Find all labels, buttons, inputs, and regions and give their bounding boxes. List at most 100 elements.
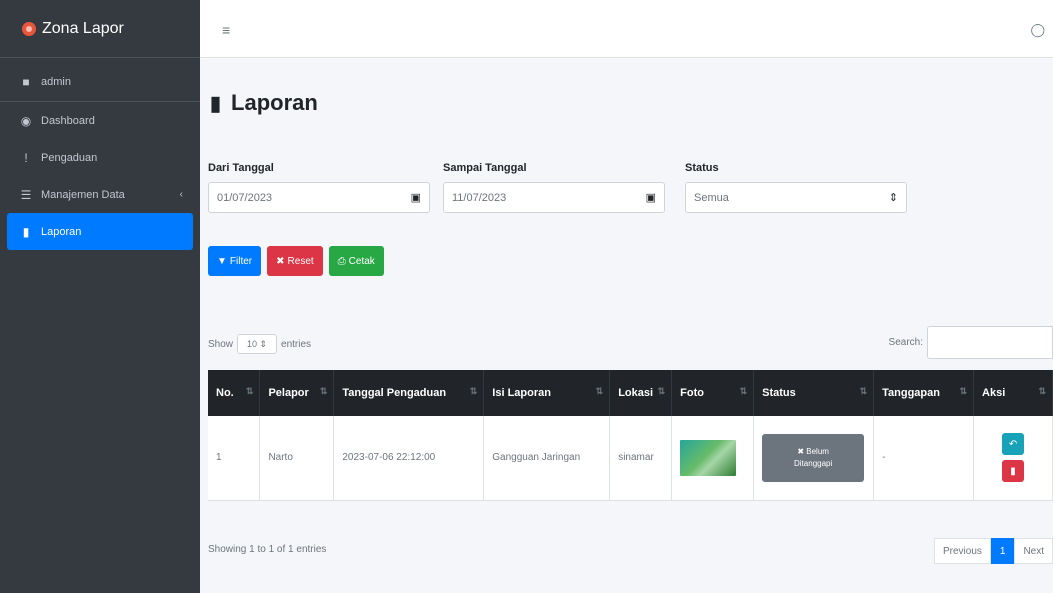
sort-icon: ⇅ xyxy=(469,386,478,396)
sort-icon: ⇅ xyxy=(245,386,254,396)
status-select-value: Semua xyxy=(694,191,729,204)
sidebar: Zona Lapor ■ admin ◉ Dashboard ! Pengadu… xyxy=(0,0,200,593)
table-header-row: No. ⇅ Pelapor ⇅ Tanggal Pengaduan ⇅ Isi Lap… xyxy=(208,370,1053,416)
column-header-aksi[interactable]: Aksi ⇅ xyxy=(973,370,1053,416)
sidebar-item-laporan[interactable]: ▮ Laporan xyxy=(7,213,193,250)
column-header-lokasi[interactable]: Lokasi ⇅ xyxy=(609,370,673,416)
cell-foto xyxy=(671,416,755,501)
sidebar-item-manajemen-data[interactable]: ☰ Manajemen Data ‹ xyxy=(7,176,193,213)
hamburger-menu-icon[interactable]: ≡ xyxy=(222,22,230,38)
search-input[interactable] xyxy=(927,326,1053,359)
select-arrows-icon: ⇕ xyxy=(888,192,898,204)
entries-select-value: 10 xyxy=(246,339,257,349)
pagination-page-1[interactable]: 1 xyxy=(990,538,1015,564)
cetak-button-label: Cetak xyxy=(348,255,375,267)
filter-icon: ▼ xyxy=(217,255,227,267)
sidebar-item-label: Manajemen Data xyxy=(41,188,125,201)
sidebar-item-label: Dashboard xyxy=(41,114,95,127)
reply-icon: ↶ xyxy=(1008,438,1018,450)
sort-icon: ⇅ xyxy=(595,386,604,396)
sidebar-user[interactable]: ■ admin xyxy=(0,62,200,102)
reset-button-label: Reset xyxy=(287,255,314,267)
user-account-icon[interactable]: ◯ xyxy=(1030,22,1045,38)
column-header-foto[interactable]: Foto ⇅ xyxy=(671,370,755,416)
close-icon: ✖ xyxy=(276,255,285,267)
trash-icon: ▮ xyxy=(1010,465,1016,477)
sampai-tanggal-label: Sampai Tanggal xyxy=(443,162,527,174)
cell-tanggapan: - xyxy=(873,416,975,501)
sidebar-item-pengaduan[interactable]: ! Pengaduan xyxy=(7,139,193,176)
cell-lokasi: sinamar xyxy=(609,416,673,501)
delete-button[interactable]: ▮ xyxy=(1002,460,1025,483)
sort-icon: ⇅ xyxy=(1038,386,1046,396)
search-label: Search: xyxy=(888,337,923,348)
dari-tanggal-label: Dari Tanggal xyxy=(208,162,274,174)
calendar-icon[interactable]: ▣ xyxy=(411,191,421,204)
file-icon: ▮ xyxy=(22,224,30,239)
brand[interactable]: Zona Lapor xyxy=(0,0,200,58)
brand-logo-icon xyxy=(22,21,36,36)
chevron-left-icon: ‹ xyxy=(179,189,183,200)
sidebar-user-name: admin xyxy=(41,75,71,88)
sidebar-item-label: Pengaduan xyxy=(41,151,98,164)
topbar: ≡ ◯ xyxy=(200,0,1053,58)
status-label: Status xyxy=(685,162,719,174)
status-line2: Ditanggapi xyxy=(794,458,833,468)
reset-button[interactable]: ✖ Reset xyxy=(267,246,323,276)
dashboard-icon: ◉ xyxy=(20,113,32,128)
list-icon: ☰ xyxy=(20,187,32,202)
cell-pelapor: Narto xyxy=(259,416,335,501)
sidebar-item-dashboard[interactable]: ◉ Dashboard xyxy=(7,102,193,139)
exclamation-icon: ! xyxy=(24,150,28,165)
filter-status: Status Semua ⇕ xyxy=(685,162,907,213)
page-title: ▮ Laporan xyxy=(210,90,318,116)
sidebar-item-label: Laporan xyxy=(41,225,82,238)
print-icon: ⎙ xyxy=(337,255,346,267)
column-header-tanggapan[interactable]: Tanggapan ⇅ xyxy=(873,370,975,416)
pagination-previous[interactable]: Previous xyxy=(933,538,991,564)
cell-tanggal: 2023-07-06 22:12:00 xyxy=(333,416,485,501)
status-line1: Belum xyxy=(806,446,829,456)
filter-button[interactable]: ▼ Filter xyxy=(208,246,262,276)
sidebar-nav: ■ admin ◉ Dashboard ! Pengaduan ☰ Manaje… xyxy=(0,58,200,250)
foto-thumbnail[interactable] xyxy=(680,439,737,476)
column-header-status[interactable]: Status ⇅ xyxy=(753,370,875,416)
filter-sampai-tanggal: Sampai Tanggal 11/07/2023 ▣ xyxy=(443,162,665,213)
file-icon: ▮ xyxy=(210,92,222,115)
sampai-tanggal-value: 11/07/2023 xyxy=(452,191,507,204)
aksi-buttons: ↶ ▮ xyxy=(982,433,1044,483)
cell-aksi: ↶ ▮ xyxy=(973,416,1053,501)
table-row: 1 Narto 2023-07-06 22:12:00 Gangguan Jar… xyxy=(208,416,1053,501)
main-content: ▮ Laporan Dari Tanggal 01/07/2023 ▣ Samp… xyxy=(200,58,1053,593)
table-info: Showing 1 to 1 of 1 entries xyxy=(208,544,327,555)
user-icon: ■ xyxy=(22,74,30,89)
cetak-button[interactable]: ⎙ Cetak xyxy=(328,246,384,276)
reply-button[interactable]: ↶ xyxy=(1002,433,1025,456)
dari-tanggal-input[interactable]: 01/07/2023 ▣ xyxy=(208,182,430,213)
entries-select[interactable]: 10 ⇕ xyxy=(237,334,278,354)
calendar-icon[interactable]: ▣ xyxy=(646,191,656,204)
sampai-tanggal-input[interactable]: 11/07/2023 ▣ xyxy=(443,182,665,213)
cell-isi: Gangguan Jaringan xyxy=(483,416,611,501)
show-entries: Show 10 ⇕ entries xyxy=(208,334,311,354)
dari-tanggal-value: 01/07/2023 xyxy=(217,191,273,204)
page-title-text: Laporan xyxy=(231,90,318,115)
pagination: Previous 1 Next xyxy=(933,538,1053,564)
column-header-pelapor[interactable]: Pelapor ⇅ xyxy=(259,370,335,416)
status-select[interactable]: Semua ⇕ xyxy=(685,182,907,213)
filter-buttons: ▼ Filter ✖ Reset ⎙ Cetak xyxy=(208,246,384,276)
table-search: Search: xyxy=(889,326,1053,359)
entries-label: entries xyxy=(281,338,312,350)
sort-icon: ⇅ xyxy=(959,386,968,396)
column-header-no[interactable]: No. ⇅ xyxy=(208,370,261,416)
brand-name: Zona Lapor xyxy=(42,19,124,37)
cell-status: ✖ Belum Ditanggapi xyxy=(753,416,875,501)
column-header-isi[interactable]: Isi Laporan ⇅ xyxy=(483,370,611,416)
column-header-tanggal[interactable]: Tanggal Pengaduan ⇅ xyxy=(333,370,485,416)
close-icon: ✖ xyxy=(797,446,805,456)
pagination-next[interactable]: Next xyxy=(1014,538,1053,564)
sort-icon: ⇅ xyxy=(859,386,868,396)
laporan-table: No. ⇅ Pelapor ⇅ Tanggal Pengaduan ⇅ Isi Lap… xyxy=(208,370,1053,501)
sort-icon: ⇅ xyxy=(319,386,328,396)
status-badge: ✖ Belum Ditanggapi xyxy=(762,433,865,482)
